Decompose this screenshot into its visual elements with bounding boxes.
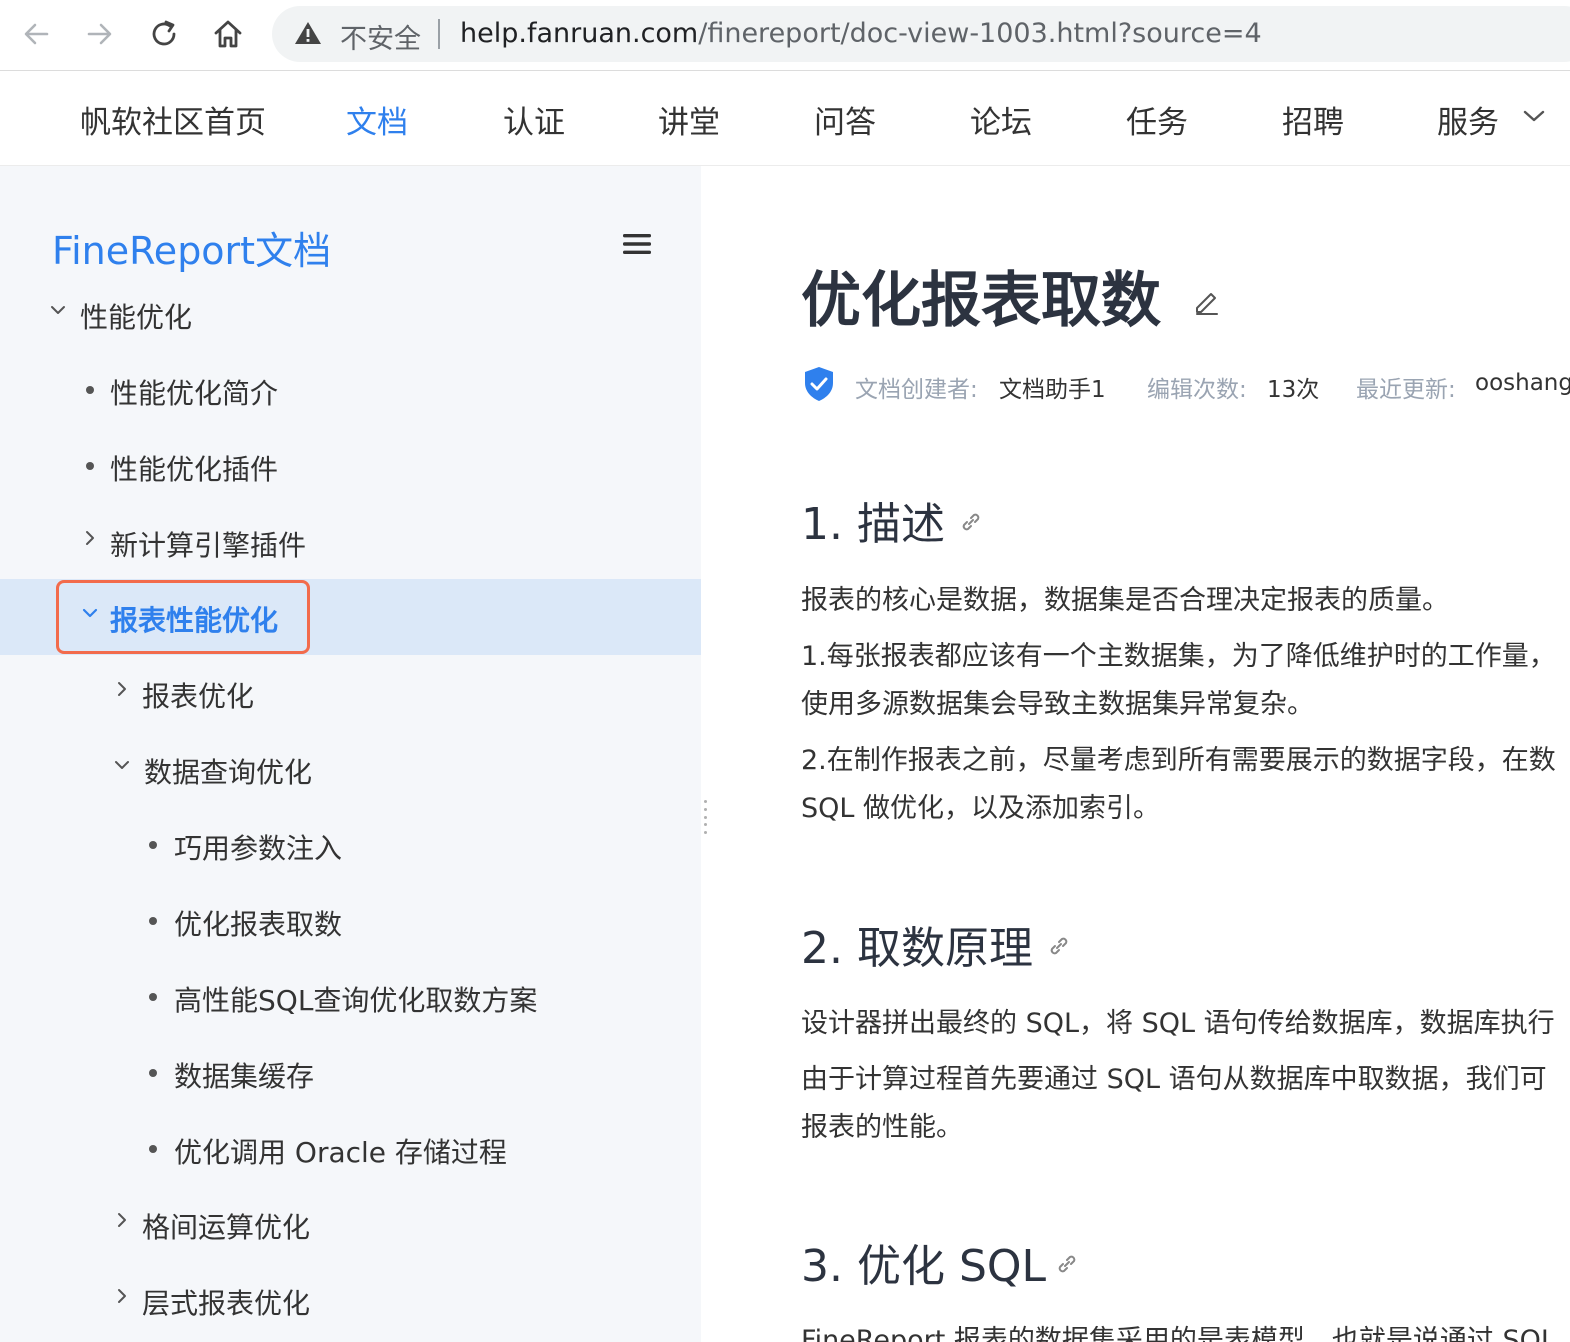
tree-item-sql-fetch-plan[interactable]: 高性能SQL查询优化取数方案 — [0, 959, 701, 1035]
paragraph: 报表的核心是数据，数据集是否合理决定报表的质量。 — [801, 585, 1449, 616]
warning-icon — [295, 22, 321, 44]
insecure-label: 不安全 — [340, 24, 421, 55]
nav-item-tasks[interactable]: 任务 — [1126, 97, 1188, 142]
chevron-right-icon — [118, 1289, 126, 1303]
chevron-right-icon — [86, 531, 94, 545]
nav-item-forum[interactable]: 论坛 — [970, 97, 1032, 142]
tree-item-cell-calc-optimization[interactable]: 格间运算优化 — [0, 1186, 701, 1262]
tree-item-query-optimization[interactable]: 数据查询优化 — [0, 731, 701, 807]
tree-item-label: 数据查询优化 — [144, 756, 313, 789]
section-heading-fetch-principle: 2. 取数原理 — [801, 923, 1033, 974]
chevron-down-icon — [51, 306, 65, 314]
sidebar: FineReport文档 性能优化 性能优化简介 性能优化插件 新计算引擎插件 … — [0, 166, 701, 1342]
link-icon[interactable] — [1047, 934, 1071, 958]
chevron-down-icon — [115, 761, 129, 769]
tree-item-label: 优化报表取数 — [174, 908, 343, 941]
nav-item-lectures[interactable]: 讲堂 — [658, 97, 720, 142]
bullet-dot — [149, 917, 157, 925]
address-bar[interactable]: 不安全 help.fanruan.com/finereport/doc-view… — [272, 6, 1570, 62]
site-navigation: 帆软社区首页 文档 认证 讲堂 问答 论坛 任务 招聘 服务 — [0, 71, 1570, 166]
tree-item-label: 巧用参数注入 — [174, 832, 343, 865]
updated-key: 最近更新: — [1356, 377, 1456, 403]
tree-item-label: 层式报表优化 — [142, 1287, 311, 1320]
annotation-highlight-box — [56, 580, 310, 654]
tree-item-label: 数据集缓存 — [174, 1060, 315, 1093]
tree-item-report-optimization[interactable]: 报表优化 — [0, 655, 701, 731]
bullet-dot — [149, 841, 157, 849]
reload-icon — [152, 20, 176, 46]
paragraph: 1.每张报表都应该有一个主数据集，为了降低维护时的工作量， — [801, 641, 1556, 672]
bullet-dot — [86, 386, 94, 394]
nav-item-services[interactable]: 服务 — [1437, 97, 1499, 142]
nav-item-docs[interactable]: 文档 — [346, 97, 408, 142]
paragraph: 由于计算过程首先要通过 SQL 语句从数据库中取数据，我们可 — [801, 1064, 1547, 1095]
bullet-dot — [149, 1145, 157, 1153]
reload-button[interactable] — [144, 14, 184, 54]
paragraph: SQL 做优化，以及添加索引。 — [801, 793, 1161, 824]
edit-icon[interactable] — [1193, 288, 1221, 316]
tree-item-performance-optimization[interactable]: 性能优化 — [0, 276, 701, 352]
home-button[interactable] — [208, 14, 248, 54]
home-icon — [214, 20, 242, 48]
paragraph: FineReport 报表的数据集采用的是表模型，也就是说通过 SQL — [801, 1325, 1556, 1342]
tree-item-new-engine-plugin[interactable]: 新计算引擎插件 — [0, 504, 701, 580]
bullet-dot — [86, 462, 94, 470]
creator-value: 文档助手1 — [999, 377, 1106, 403]
url-path: /finereport/doc-view-1003.html?source=4 — [698, 18, 1262, 49]
tree-item-label: 报表优化 — [142, 680, 255, 713]
back-button[interactable] — [16, 14, 56, 54]
paragraph: 使用多源数据集会导致主数据集异常复杂。 — [801, 689, 1314, 720]
tree-item-param-injection[interactable]: 巧用参数注入 — [0, 807, 701, 883]
edits-key: 编辑次数: — [1147, 377, 1247, 403]
url-host: help.fanruan.com — [460, 18, 699, 49]
menu-icon[interactable] — [622, 232, 652, 256]
tree-item-label: 新计算引擎插件 — [110, 529, 307, 562]
updated-value: ooshang — [1475, 370, 1570, 396]
tree-item-performance-intro[interactable]: 性能优化简介 — [0, 352, 701, 428]
tree-item-label: 性能优化简介 — [110, 377, 279, 410]
tree-item-dataset-cache[interactable]: 数据集缓存 — [0, 1035, 701, 1111]
chevron-right-icon — [118, 682, 126, 696]
link-icon[interactable] — [959, 510, 983, 534]
tree-item-label: 格间运算优化 — [142, 1211, 311, 1244]
bullet-dot — [149, 1069, 157, 1077]
link-icon[interactable] — [1055, 1252, 1079, 1276]
tree-item-label: 性能优化 — [80, 301, 193, 334]
creator-key: 文档创建者: — [855, 377, 978, 403]
url-separator — [438, 19, 440, 49]
bullet-dot — [149, 993, 157, 1001]
chevron-right-icon — [118, 1213, 126, 1227]
chevron-down-icon[interactable] — [1522, 108, 1546, 124]
section-heading-description: 1. 描述 — [801, 499, 945, 550]
page-title: 优化报表取数 — [801, 266, 1161, 336]
tree-item-optimize-fetch[interactable]: 优化报表取数 — [0, 883, 701, 959]
tree-item-layered-report[interactable]: 层式报表优化 — [0, 1262, 701, 1338]
sidebar-title[interactable]: FineReport文档 — [52, 220, 331, 275]
edits-value: 13次 — [1267, 377, 1320, 403]
tree-item-performance-plugin[interactable]: 性能优化插件 — [0, 428, 701, 504]
arrow-left-icon — [24, 23, 49, 45]
tree-item-oracle-procedure[interactable]: 优化调用 Oracle 存储过程 — [0, 1111, 701, 1187]
nav-item-certification[interactable]: 认证 — [503, 97, 565, 142]
tree-item-label: 高性能SQL查询优化取数方案 — [174, 984, 538, 1017]
tree-item-label: 优化调用 Oracle 存储过程 — [174, 1136, 507, 1169]
arrow-right-icon — [87, 23, 112, 45]
paragraph: 设计器拼出最终的 SQL，将 SQL 语句传给数据库，数据库执行 — [801, 1008, 1555, 1039]
forward-button[interactable] — [80, 14, 120, 54]
section-heading-optimize-sql: 3. 优化 SQL — [801, 1241, 1047, 1292]
paragraph: 报表的性能。 — [801, 1112, 963, 1143]
nav-item-jobs[interactable]: 招聘 — [1282, 97, 1344, 142]
main-content: 优化报表取数 文档创建者: 文档助手1 编辑次数: 13次 最近更新: oosh… — [701, 166, 1570, 1342]
browser-toolbar: 不安全 help.fanruan.com/finereport/doc-view… — [0, 0, 1570, 71]
nav-item-qa[interactable]: 问答 — [814, 97, 876, 142]
paragraph: 2.在制作报表之前，尽量考虑到所有需要展示的数据字段，在数 — [801, 745, 1556, 776]
tree-item-label: 性能优化插件 — [110, 453, 279, 486]
url-text: help.fanruan.com/finereport/doc-view-100… — [460, 18, 1262, 49]
nav-item-community-home[interactable]: 帆软社区首页 — [80, 97, 266, 142]
shield-check-icon — [805, 367, 833, 401]
